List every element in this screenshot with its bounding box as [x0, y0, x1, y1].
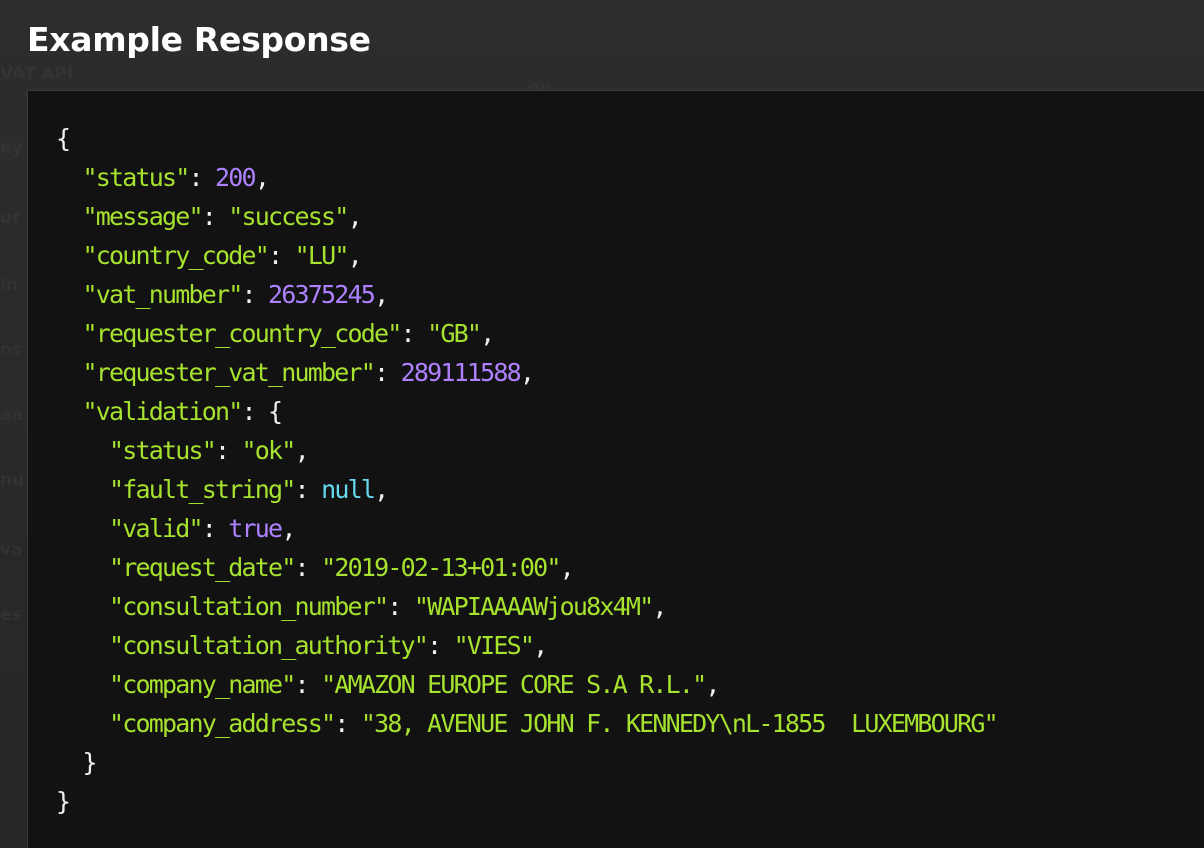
code-line: "company_name": "AMAZON EUROPE CORE S.A …: [109, 670, 720, 699]
json-key: "status": [109, 436, 217, 465]
background-text: va: [0, 540, 23, 560]
open-brace: {: [268, 397, 283, 426]
close-brace: }: [82, 748, 98, 777]
json-response[interactable]: { "status": 200, "message": "success", "…: [56, 119, 999, 821]
close-brace: }: [56, 787, 71, 816]
json-key: "country_code": [82, 241, 270, 270]
code-line: "requester_vat_number": 289111588,: [82, 358, 535, 387]
background-text: VAT API: [0, 64, 74, 84]
background-text: aa: [0, 405, 23, 425]
json-boolean: true: [228, 514, 283, 543]
json-key: "status": [82, 163, 191, 192]
json-key: "company_name": [109, 670, 296, 699]
code-line: {: [56, 119, 997, 158]
json-key: "valid": [109, 514, 204, 543]
json-number: 289111588: [400, 358, 522, 387]
section-title: Example Response: [27, 20, 371, 59]
json-string: "GB": [427, 319, 482, 348]
json-number: 26375245: [268, 280, 376, 309]
background-text: in: [0, 275, 18, 295]
code-line: "request_date": "2019-02-13+01:00",: [109, 553, 575, 582]
code-line: "message": "success",: [82, 202, 363, 231]
json-key: "request_date": [109, 553, 296, 582]
background-text: nu: [0, 470, 25, 490]
json-string: "WAPIAAAAWjou8x4M": [413, 592, 654, 621]
code-line: "company_address": "38, AVENUE JOHN F. K…: [109, 709, 999, 738]
open-brace: {: [56, 124, 71, 153]
code-line: "requester_country_code": "GB",: [82, 319, 496, 348]
code-line: "consultation_authority": "VIES",: [109, 631, 548, 660]
json-string: "success": [228, 202, 349, 231]
json-string: "LU": [294, 241, 350, 270]
code-line: "status": 200,: [82, 163, 270, 192]
json-key: "message": [82, 202, 204, 231]
json-string: "AMAZON EUROPE CORE S.A R.L.": [321, 670, 707, 699]
json-key: "validation": [82, 397, 244, 426]
json-string: "VIES": [453, 631, 535, 660]
code-line: "status": "ok",: [109, 436, 310, 465]
code-block[interactable]: { "status": 200, "message": "success", "…: [27, 90, 1204, 848]
background-text: ur: [0, 208, 21, 228]
code-line: "fault_string": null,: [109, 475, 389, 504]
json-key: "company_address": [109, 709, 336, 738]
json-key: "consultation_number": [109, 592, 389, 621]
code-line: }: [56, 782, 997, 821]
code-line: "validation": {: [82, 397, 284, 426]
code-line: "vat_number": 26375245,: [82, 280, 390, 309]
code-line: }: [56, 743, 997, 782]
json-string: "38, AVENUE JOHN F. KENNEDY\nL-1855 LUXE…: [360, 709, 999, 738]
background-text: os: [0, 340, 22, 360]
json-string: "2019-02-13+01:00": [321, 553, 561, 582]
code-line: "consultation_number": "WAPIAAAAWjou8x4M…: [109, 592, 667, 621]
json-key: "vat_number": [82, 280, 244, 309]
json-key: "fault_string": [109, 475, 296, 504]
json-key: "requester_country_code": [82, 319, 403, 348]
json-key: "consultation_authority": [109, 631, 429, 660]
code-line: "country_code": "LU",: [82, 241, 363, 270]
json-number: 200: [215, 163, 257, 192]
json-string: "ok": [241, 436, 297, 465]
background-text: es: [0, 605, 22, 625]
background-text: ey: [0, 138, 23, 158]
json-null: null: [321, 475, 376, 504]
json-key: "requester_vat_number": [82, 358, 376, 387]
code-line: "valid": true,: [109, 514, 296, 543]
